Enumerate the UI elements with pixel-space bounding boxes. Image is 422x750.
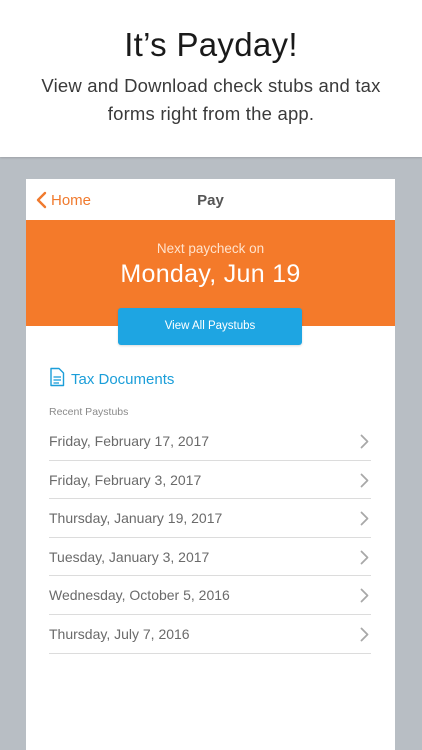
page-title: Pay [197, 192, 224, 209]
list-item[interactable]: Thursday, January 19, 2017 [49, 499, 371, 538]
tax-documents-link[interactable]: Tax Documents [49, 367, 174, 391]
chevron-right-icon [360, 473, 369, 488]
next-paycheck-date: Monday, Jun 19 [120, 260, 301, 288]
navigation-bar: Home Pay [26, 179, 395, 220]
list-item[interactable]: Wednesday, October 5, 2016 [49, 576, 371, 615]
list-item[interactable]: Tuesday, January 3, 2017 [49, 538, 371, 577]
chevron-right-icon [360, 511, 369, 526]
promo-banner: It’s Payday! View and Download check stu… [0, 0, 422, 157]
chevron-right-icon [360, 627, 369, 642]
paystubs-list: Friday, February 17, 2017 Friday, Februa… [49, 422, 371, 654]
document-icon [49, 367, 65, 392]
list-item[interactable]: Friday, February 17, 2017 [49, 422, 371, 461]
promo-title: It’s Payday! [124, 26, 298, 63]
paystub-date: Thursday, January 19, 2017 [49, 510, 223, 527]
promo-subtitle: View and Download check stubs and tax fo… [41, 75, 381, 124]
paystub-date: Friday, February 3, 2017 [49, 471, 202, 488]
app-screen: Home Pay Next paycheck on Monday, Jun 19… [26, 179, 395, 750]
paystub-date: Wednesday, October 5, 2016 [49, 587, 230, 604]
next-paycheck-label: Next paycheck on [156, 241, 265, 256]
paystub-date: Thursday, July 7, 2016 [49, 625, 190, 642]
chevron-right-icon [360, 588, 369, 603]
view-all-paystubs-button[interactable]: View All Paystubs [118, 308, 302, 345]
list-item[interactable]: Friday, February 3, 2017 [49, 461, 371, 500]
recent-paystubs-heading: Recent Paystubs [49, 406, 129, 418]
tax-documents-label: Tax Documents [71, 370, 175, 388]
chevron-right-icon [360, 550, 369, 565]
paystub-date: Tuesday, January 3, 2017 [49, 548, 210, 565]
paystub-date: Friday, February 17, 2017 [49, 433, 210, 449]
list-item[interactable]: Thursday, July 7, 2016 [49, 615, 371, 654]
chevron-right-icon [360, 434, 369, 449]
